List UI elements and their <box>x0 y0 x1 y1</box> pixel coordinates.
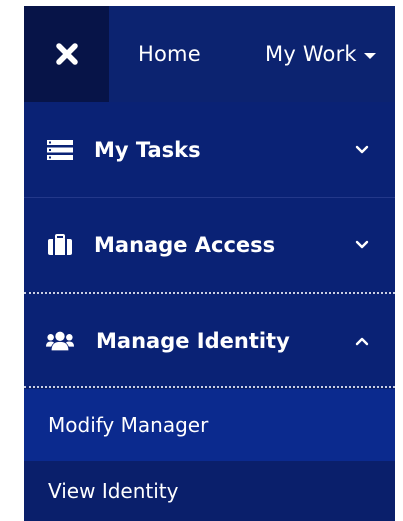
submenu-item-view-identity[interactable]: View Identity <box>24 461 395 521</box>
divider <box>24 386 395 388</box>
tasks-list-icon <box>46 136 74 164</box>
chevron-up-icon <box>354 333 370 349</box>
menu-item-label: My Tasks <box>94 137 201 162</box>
top-bar: Home My Work <box>24 6 395 102</box>
my-work-label: My Work <box>265 42 357 66</box>
users-icon <box>46 327 74 355</box>
menu-item-manage-access[interactable]: Manage Access <box>24 198 395 292</box>
submenu-item-modify-manager[interactable]: Modify Manager <box>24 389 395 461</box>
caret-down-icon <box>363 52 376 59</box>
close-x-icon <box>55 43 78 65</box>
my-work-dropdown[interactable]: My Work <box>265 6 376 102</box>
chevron-down-icon <box>354 237 370 253</box>
nav-panel: Home My Work My Tasks Manage Access Mana… <box>24 6 395 521</box>
menu-item-label: Manage Access <box>94 233 276 257</box>
home-link[interactable]: Home <box>138 6 201 102</box>
menu-item-label: Manage Identity <box>96 328 290 353</box>
menu-item-my-tasks[interactable]: My Tasks <box>24 102 395 198</box>
close-button[interactable] <box>24 6 109 102</box>
menu-item-manage-identity[interactable]: Manage Identity <box>24 294 395 387</box>
briefcase-icon <box>46 231 74 259</box>
chevron-down-icon <box>354 142 370 158</box>
